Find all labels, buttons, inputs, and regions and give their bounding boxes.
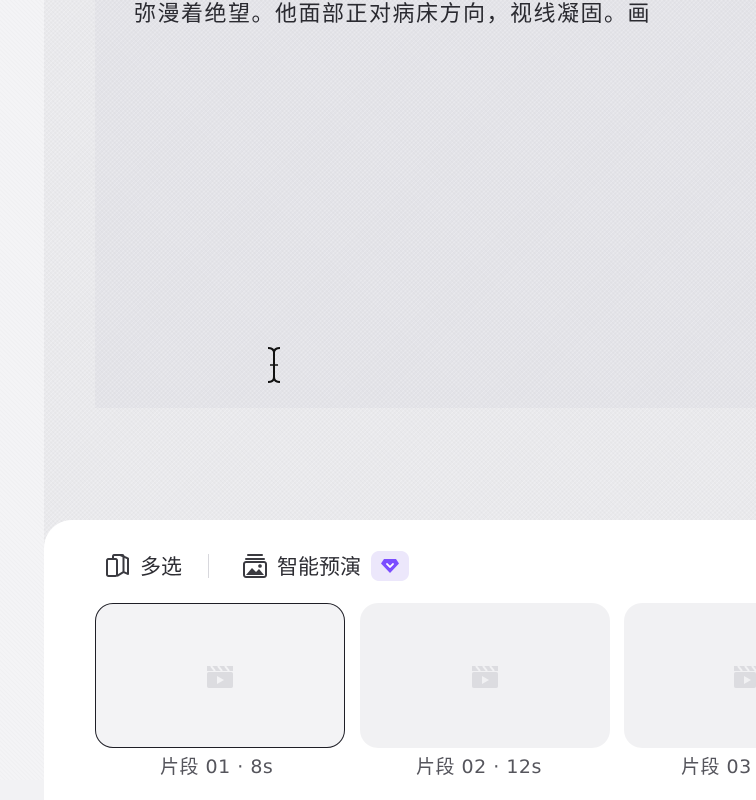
video-clapper-icon [734,664,756,688]
clip-label-02: 片段 02 · 12s [416,756,542,778]
script-text-area[interactable] [95,0,756,408]
script-text-line: 弥漫着绝望。他面部正对病床方向，视线凝固。画 [134,2,652,27]
text-cursor-icon [267,347,281,383]
clip-toolbar: 多选 智能预演 [104,548,409,584]
clip-card-02[interactable] [360,603,610,748]
clip-card-01[interactable] [95,603,345,748]
stacked-cards-icon [106,554,129,577]
image-stack-icon [243,554,267,578]
diamond-icon [381,559,399,573]
video-clapper-icon [472,664,498,688]
vip-badge [371,551,409,581]
left-gutter [0,0,44,780]
clip-label-03: 片段 03 [681,756,752,778]
clip-label-01: 片段 01 · 8s [160,756,274,778]
video-clapper-icon [207,664,233,688]
clip-card-03[interactable] [624,603,756,748]
toolbar-divider [208,554,209,578]
multi-select-button[interactable]: 多选 [104,551,182,581]
smart-preview-label: 智能预演 [277,555,361,579]
smart-preview-button[interactable]: 智能预演 [241,551,409,581]
multi-select-label: 多选 [140,555,182,579]
